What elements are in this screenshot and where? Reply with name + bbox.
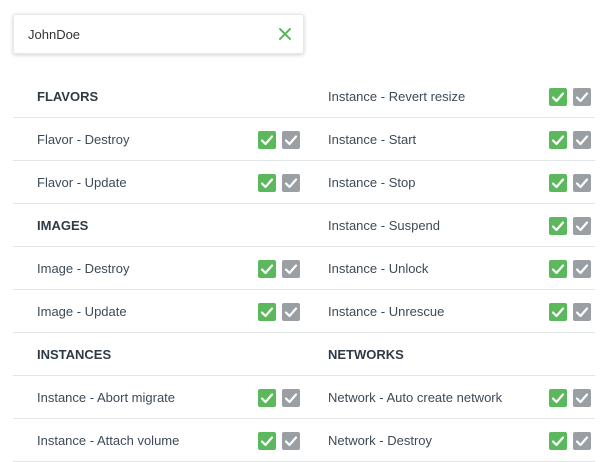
allow-checkbox[interactable]	[549, 260, 567, 278]
permission-row: Instance - Revert resize	[304, 75, 595, 118]
permission-label: Instance - Stop	[328, 175, 416, 190]
allow-checkbox[interactable]	[258, 303, 276, 321]
inherited-checkbox[interactable]	[282, 389, 300, 407]
permission-row: Instance - Unlock	[304, 247, 595, 290]
permission-label: Image - Destroy	[37, 261, 130, 276]
permission-label: Instance - Unlock	[328, 261, 429, 276]
inherited-checkbox[interactable]	[573, 131, 591, 149]
section-header-label: FLAVORS	[37, 89, 99, 104]
permission-checkboxes	[543, 389, 591, 407]
permission-label: Network - Destroy	[328, 433, 433, 448]
section-header: INSTANCES	[13, 333, 304, 376]
inherited-checkbox[interactable]	[573, 389, 591, 407]
inherited-checkbox[interactable]	[282, 174, 300, 192]
inherited-checkbox[interactable]	[573, 88, 591, 106]
permission-checkboxes	[252, 174, 300, 192]
permissions-left-column: FLAVORS Flavor - Destroy Flavor - Update IM…	[13, 75, 304, 462]
permission-row: Instance - Attach volume	[13, 419, 304, 462]
search-field[interactable]: JohnDoe	[13, 14, 304, 54]
section-header: FLAVORS	[13, 75, 304, 118]
permission-row: Instance - Start	[304, 118, 595, 161]
permission-label: Image - Update	[37, 304, 127, 319]
inherited-checkbox[interactable]	[573, 217, 591, 235]
allow-checkbox[interactable]	[258, 432, 276, 450]
allow-checkbox[interactable]	[258, 174, 276, 192]
permissions-right-column: Instance - Revert resize Instance - Start…	[304, 75, 595, 462]
permission-label: Instance - Suspend	[328, 218, 441, 233]
permission-row: Image - Update	[13, 290, 304, 333]
permission-checkboxes	[543, 174, 591, 192]
permission-row: Instance - Stop	[304, 161, 595, 204]
allow-checkbox[interactable]	[549, 389, 567, 407]
inherited-checkbox[interactable]	[282, 432, 300, 450]
inherited-checkbox[interactable]	[573, 174, 591, 192]
inherited-checkbox[interactable]	[282, 303, 300, 321]
inherited-checkbox[interactable]	[282, 131, 300, 149]
permission-label: Instance - Abort migrate	[37, 390, 176, 405]
section-header-label: NETWORKS	[328, 347, 404, 362]
permission-label: Instance - Unrescue	[328, 304, 445, 319]
permission-checkboxes	[252, 303, 300, 321]
section-header-label: INSTANCES	[37, 347, 112, 362]
section-header: IMAGES	[13, 204, 304, 247]
permission-label: Instance - Attach volume	[37, 433, 180, 448]
inherited-checkbox[interactable]	[282, 260, 300, 278]
permission-checkboxes	[543, 432, 591, 450]
inherited-checkbox[interactable]	[573, 432, 591, 450]
allow-checkbox[interactable]	[258, 260, 276, 278]
permission-label: Flavor - Update	[37, 175, 127, 190]
allow-checkbox[interactable]	[258, 389, 276, 407]
permission-checkboxes	[543, 131, 591, 149]
permission-checkboxes	[543, 260, 591, 278]
permission-checkboxes	[252, 131, 300, 149]
allow-checkbox[interactable]	[549, 432, 567, 450]
inherited-checkbox[interactable]	[573, 260, 591, 278]
permission-checkboxes	[252, 432, 300, 450]
allow-checkbox[interactable]	[549, 217, 567, 235]
permission-row: Flavor - Destroy	[13, 118, 304, 161]
permission-checkboxes	[543, 88, 591, 106]
allow-checkbox[interactable]	[549, 174, 567, 192]
close-icon[interactable]	[277, 26, 293, 42]
permission-label: Network - Auto create network	[328, 390, 503, 405]
permission-checkboxes	[252, 260, 300, 278]
permission-label: Flavor - Destroy	[37, 132, 130, 147]
permission-row: Instance - Abort migrate	[13, 376, 304, 419]
permission-label: Instance - Start	[328, 132, 417, 147]
permission-label: Instance - Revert resize	[328, 89, 466, 104]
permission-row: Instance - Unrescue	[304, 290, 595, 333]
permission-row: Instance - Suspend	[304, 204, 595, 247]
permission-checkboxes	[543, 217, 591, 235]
inherited-checkbox[interactable]	[573, 303, 591, 321]
allow-checkbox[interactable]	[549, 303, 567, 321]
permission-checkboxes	[252, 389, 300, 407]
permission-row: Flavor - Update	[13, 161, 304, 204]
permission-row: Image - Destroy	[13, 247, 304, 290]
allow-checkbox[interactable]	[258, 131, 276, 149]
section-header: NETWORKS	[304, 333, 595, 376]
section-header-label: IMAGES	[37, 218, 89, 233]
permission-row: Network - Destroy	[304, 419, 595, 462]
permission-checkboxes	[543, 303, 591, 321]
allow-checkbox[interactable]	[549, 131, 567, 149]
search-input-value[interactable]: JohnDoe	[28, 27, 80, 42]
allow-checkbox[interactable]	[549, 88, 567, 106]
permission-row: Network - Auto create network	[304, 376, 595, 419]
